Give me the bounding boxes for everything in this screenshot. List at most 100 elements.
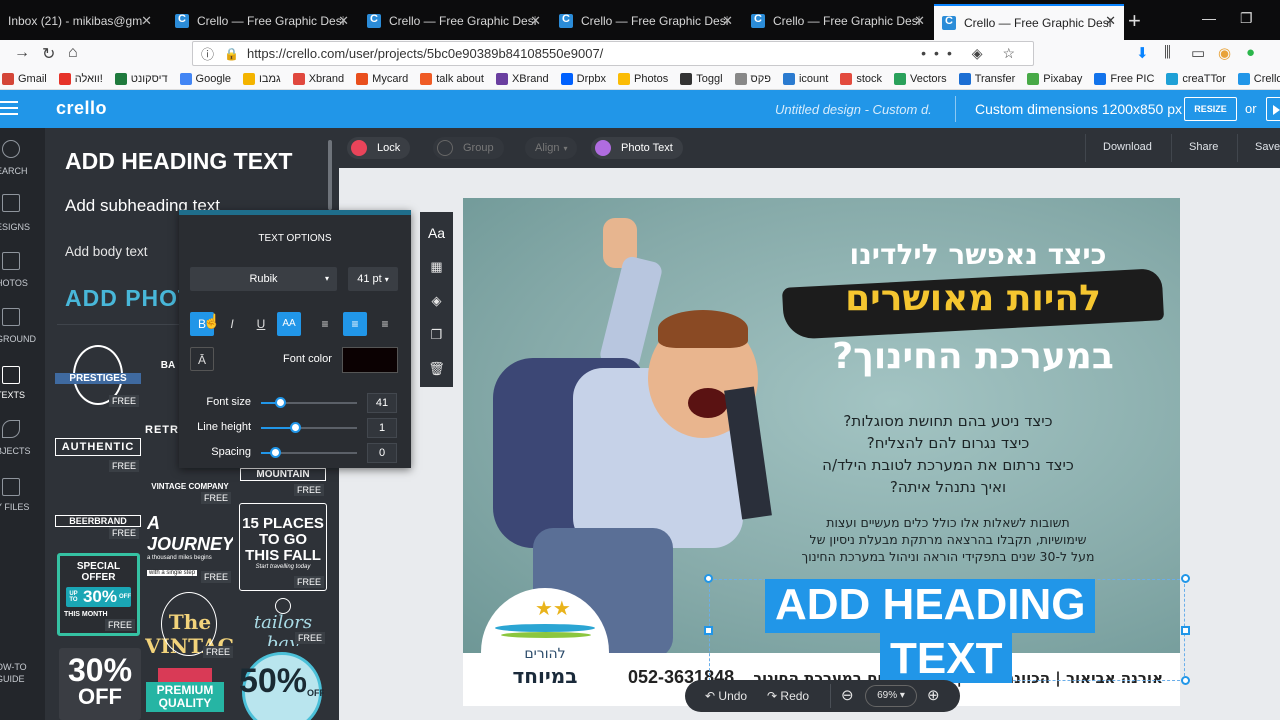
download-button[interactable]: Download (1103, 141, 1152, 153)
reload-icon[interactable]: ↻ (42, 44, 55, 64)
bookmark-item[interactable]: Vectors (894, 72, 947, 85)
extension-icon[interactable]: ◉ (1218, 44, 1231, 62)
restore-icon[interactable]: ❐ (1240, 10, 1253, 27)
layers-icon[interactable]: ◈ (420, 284, 453, 317)
template-authentic[interactable]: AUTHENTIC FREE (55, 416, 141, 474)
zoom-out-icon[interactable]: ⊖ (841, 686, 854, 704)
font-size-dropdown[interactable]: 41 pt ▾ (348, 267, 398, 291)
text-options-tool[interactable]: Aa (420, 217, 453, 250)
slider-handle[interactable] (289, 422, 301, 433)
library-icon[interactable]: ⫼ (1164, 44, 1171, 61)
undo-button[interactable]: ↶ Undo (705, 689, 747, 703)
slider-value[interactable]: 41 (367, 393, 397, 413)
template-premium-quality[interactable]: PREMIUM QUALITY (146, 668, 224, 720)
align-dropdown[interactable]: Align ▾ (525, 137, 578, 159)
share-button[interactable]: Share (1189, 141, 1218, 153)
more-icon[interactable]: ••• (921, 45, 960, 61)
redo-button[interactable]: ↷ Redo (767, 689, 809, 703)
crello-logo[interactable]: crello (56, 98, 107, 119)
template-30-off[interactable]: 30% OFF (59, 648, 141, 720)
bookmark-item[interactable]: talk about (420, 72, 484, 85)
browser-tab[interactable]: Crello — Free Graphic Design ✕ (551, 6, 741, 36)
bookmark-item[interactable]: stock (840, 72, 882, 85)
browser-tab[interactable]: Inbox (21) - mikibas@gmail.com ✕ (0, 6, 160, 36)
bookmark-item[interactable]: Crello (1237, 72, 1280, 85)
lock-button[interactable]: Lock (347, 137, 411, 159)
browser-tab[interactable]: Crello — Free Graphic Design ✕ (743, 6, 933, 36)
align-right-button[interactable]: ≡ (373, 312, 397, 336)
bookmark-item[interactable]: Xbrand (292, 72, 344, 85)
browser-tab[interactable]: Crello — Free Graphic Design ✕ (359, 6, 549, 36)
underline-button[interactable]: U (249, 312, 273, 336)
home-icon[interactable]: ⌂ (68, 44, 78, 62)
template-vintage-company[interactable]: VINTAGE COMPANY FREE (147, 478, 233, 506)
template-mountain[interactable]: MOUNTAIN FREE (240, 466, 326, 498)
close-icon[interactable]: ✕ (338, 13, 349, 29)
pocket-icon[interactable]: ◈ (972, 45, 991, 61)
add-heading-text[interactable]: ADD HEADING TEXT (65, 148, 292, 175)
bookmark-item[interactable]: icount (782, 72, 828, 85)
transparency-icon[interactable]: ▦ (420, 250, 453, 283)
add-body-text[interactable]: Add body text (65, 244, 148, 259)
grammarly-icon[interactable]: ● (1246, 44, 1255, 61)
template-15-places[interactable]: 15 PLACES TO GO THIS FALL Start travelli… (239, 503, 327, 591)
close-icon[interactable]: ✕ (722, 13, 733, 29)
rotate-handle[interactable] (704, 574, 713, 583)
resize-handle[interactable] (1181, 574, 1190, 583)
template-journey[interactable]: A JOURNEY a thousand miles begins with a… (147, 513, 233, 585)
bookmark-item[interactable]: Drpbx (560, 72, 606, 85)
template-vintage[interactable]: The VINTAGE FREE (145, 590, 235, 660)
slider-handle[interactable] (270, 447, 282, 458)
font-family-dropdown[interactable]: Rubik ▾ (190, 267, 337, 291)
heading-text-element[interactable]: TEXT (880, 633, 1013, 683)
bookmark-item[interactable]: Pixabay (1027, 72, 1082, 85)
menu-icon[interactable] (0, 101, 18, 119)
bookmark-item[interactable]: Toggl (680, 72, 723, 85)
close-icon[interactable]: ✕ (1105, 13, 1116, 29)
align-left-button[interactable]: ≡ (313, 312, 337, 336)
align-center-button[interactable]: ≡ (343, 312, 367, 336)
template-beerbrand[interactable]: BEERBRAND FREE (55, 483, 141, 541)
close-icon[interactable]: ✕ (914, 13, 925, 29)
bookmark-item[interactable]: פקס (734, 72, 771, 85)
bookmark-item[interactable]: Mycard (356, 72, 408, 85)
template-prestiges[interactable]: PRESTIGES FREE (55, 343, 141, 409)
browser-tab-active[interactable]: Crello — Free Graphic Design ✕ (934, 4, 1124, 40)
bookmark-item[interactable]: Google (179, 72, 231, 85)
bookmark-item[interactable]: דיסקונט (114, 72, 168, 85)
italic-button[interactable]: I (220, 312, 244, 336)
template-tailors-bay[interactable]: tailors bay FREE (239, 596, 327, 646)
bookmark-item[interactable]: Gmail (2, 72, 47, 85)
close-icon[interactable]: ✕ (530, 13, 541, 29)
design-name[interactable]: Untitled design - Custom d. (775, 102, 932, 117)
group-button[interactable]: Group (433, 137, 504, 159)
slider-value[interactable]: 0 (367, 443, 397, 463)
slider-handle[interactable] (275, 397, 287, 408)
zoom-dropdown[interactable]: 69% ▾ (865, 685, 917, 707)
side-handle[interactable] (704, 626, 713, 635)
bookmark-item[interactable]: Free PIC (1094, 72, 1154, 85)
close-icon[interactable]: ✕ (141, 13, 152, 29)
heading-text-element[interactable]: ADD HEADING (765, 579, 1096, 633)
bookmark-item[interactable]: גמבו (243, 72, 281, 85)
star-icon[interactable]: ☆ (1002, 45, 1023, 61)
bookmark-item[interactable]: Photos (617, 72, 668, 85)
template-50-off[interactable]: 50% OFF (240, 650, 324, 720)
resize-handle[interactable] (1181, 676, 1190, 685)
bookmark-item[interactable]: Transfer (958, 72, 1015, 85)
sidebar-icon[interactable]: ▭ (1191, 44, 1205, 62)
slider-value[interactable]: 1 (367, 418, 397, 438)
save-button[interactable]: Save (1255, 141, 1280, 153)
resize-button[interactable]: RESIZE (1184, 97, 1237, 121)
play-button[interactable] (1266, 97, 1280, 121)
bookmark-item[interactable]: וואלה! (58, 72, 103, 85)
trash-icon[interactable]: 🗑 (420, 352, 453, 385)
minimize-icon[interactable]: — (1202, 10, 1216, 26)
bookmark-item[interactable]: creaTTor (1166, 72, 1226, 85)
side-handle[interactable] (1181, 626, 1190, 635)
uppercase-button[interactable]: AA (277, 312, 301, 336)
scrollbar[interactable] (328, 140, 332, 210)
download-icon[interactable]: ⬇ (1136, 44, 1149, 62)
info-icon[interactable]: ⓘ (201, 44, 214, 63)
font-color-swatch[interactable] (342, 347, 398, 373)
